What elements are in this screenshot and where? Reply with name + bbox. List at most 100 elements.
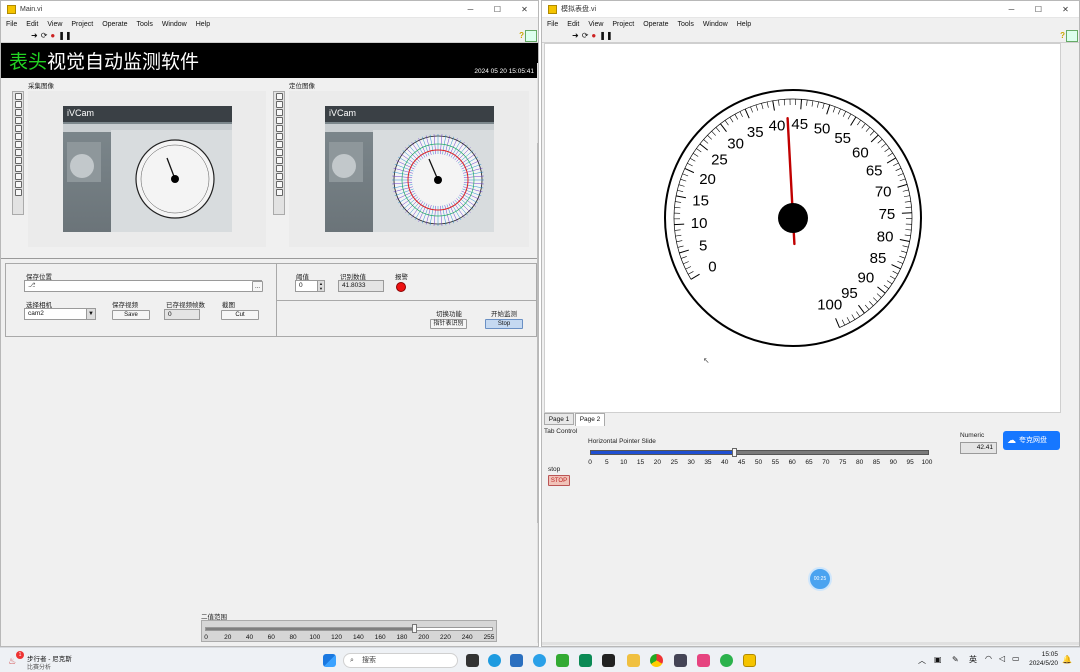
locate-tools-palette[interactable] — [273, 91, 285, 215]
tray-chevron-icon[interactable]: ︿ — [918, 655, 926, 666]
app-slate-icon[interactable] — [674, 654, 687, 667]
minimize-button[interactable]: ─ — [998, 5, 1025, 14]
labview-icon — [548, 4, 557, 14]
maximize-button[interactable]: ☐ — [1025, 5, 1052, 14]
slide-tick-label: 80 — [289, 634, 297, 641]
taskbar-search[interactable]: ⌕ 搜索 — [343, 653, 458, 668]
app-green-icon[interactable] — [556, 654, 569, 667]
browser-icon[interactable] — [533, 654, 546, 667]
stop-button[interactable]: Stop — [485, 319, 523, 329]
ime-indicator[interactable]: 英 — [969, 654, 977, 665]
menu-tools[interactable]: Tools — [136, 21, 152, 28]
run-continuous-icon[interactable]: ⟳ — [582, 31, 589, 41]
abort-icon[interactable]: ● — [50, 31, 55, 41]
path-icon: ⎇ — [28, 282, 36, 289]
slide-tick-label: 60 — [788, 459, 796, 466]
task-view-icon[interactable] — [466, 654, 479, 667]
close-button[interactable]: ✕ — [1052, 5, 1079, 14]
run-arrow-icon[interactable]: ➜ — [31, 31, 38, 41]
menu-project[interactable]: Project — [71, 21, 93, 28]
app-banner: 表头 视觉自动监测软件 2024 05 20 15:05:41 — [1, 43, 538, 78]
labview-taskbar-icon[interactable] — [743, 654, 756, 667]
run-continuous-icon[interactable]: ⟳ — [41, 31, 48, 41]
title-bar: 模拟表盘.vi ─ ☐ ✕ — [542, 1, 1079, 18]
volume-icon[interactable]: ◁ — [999, 654, 1005, 663]
slide-tick-label: 0 — [204, 634, 208, 641]
tab-page-1[interactable]: Page 1 — [544, 413, 574, 425]
maximize-button[interactable]: ☐ — [484, 5, 511, 14]
binary-slider-thumb[interactable] — [412, 624, 418, 633]
cut-button[interactable]: Cut — [221, 310, 259, 320]
saved-frames-indicator: 0 — [164, 309, 200, 320]
search-icon: ⌕ — [350, 657, 354, 664]
cloud-drive-button[interactable]: ☁ 夸克网盘 — [1003, 431, 1060, 450]
binary-range-slider[interactable]: 0 20 40 60 80 100 120 140 160 180 200 220 240 255 — [201, 620, 497, 642]
spinner-icon[interactable]: ▲ ▼ — [317, 281, 324, 291]
threshold-input[interactable]: 0 ▲ ▼ — [295, 280, 325, 292]
pause-icon[interactable]: ❚❚ — [58, 31, 71, 41]
app-dark-icon[interactable] — [602, 654, 615, 667]
menu-window[interactable]: Window — [703, 21, 728, 28]
menu-bar: File Edit View Project Operate Tools Win… — [542, 18, 1079, 30]
gauge-panel: 0 5 10 15 20 25 30 35 40 45 50 55 60 65 70 75 80 85 90 95 10… — [544, 43, 1061, 413]
vertical-scrollbar[interactable] — [537, 63, 538, 643]
menu-operate[interactable]: Operate — [102, 21, 127, 28]
tray-app-icon[interactable]: ▣ — [934, 655, 942, 664]
store-icon[interactable] — [510, 654, 523, 667]
minimize-button[interactable]: ─ — [457, 5, 484, 14]
switch-function-button[interactable]: 指针表识别 — [430, 319, 467, 329]
help-icon[interactable]: ? — [519, 31, 524, 40]
floating-timer-badge[interactable]: 00:25 — [808, 567, 832, 591]
menu-window[interactable]: Window — [162, 21, 187, 28]
abort-icon[interactable]: ● — [591, 31, 596, 41]
gauge-label: 70 — [875, 183, 892, 200]
meter-gauge[interactable]: 05 10 15 20 253035 40 45 505560 65 70 75 80 85 909510… — [545, 44, 1062, 414]
menu-file[interactable]: File — [6, 21, 17, 28]
banner-datetime: 2024 05 20 15:05:41 — [474, 68, 534, 75]
tray-pen-icon[interactable]: ✎ — [952, 655, 959, 664]
horizontal-scrollbar[interactable] — [542, 642, 1079, 645]
slide-tick-label: 90 — [889, 459, 897, 466]
save-path-input[interactable]: ⎇ — [24, 280, 262, 292]
battery-icon[interactable]: ▭ — [1012, 654, 1020, 663]
close-button[interactable]: ✕ — [511, 5, 538, 14]
menu-operate[interactable]: Operate — [643, 21, 668, 28]
save-button[interactable]: Save — [112, 310, 150, 320]
menu-edit[interactable]: Edit — [567, 21, 579, 28]
notification-bell-icon[interactable]: 🔔 — [1062, 655, 1072, 664]
menu-help[interactable]: Help — [737, 21, 751, 28]
wechat-icon[interactable] — [720, 654, 733, 667]
capture-image-display[interactable]: iVCam — [28, 91, 266, 247]
run-arrow-icon[interactable]: ➜ — [572, 31, 579, 41]
stop-button[interactable]: STOP — [548, 475, 570, 486]
clock-date[interactable]: 2024/5/20 — [1022, 660, 1058, 667]
windows-start-icon[interactable] — [323, 654, 336, 667]
horizontal-pointer-slide[interactable]: 0 5 10 15 20 25 30 35 40 45 50 55 60 65 70 75 80 85 90 95 10… — [588, 447, 933, 469]
menu-view[interactable]: View — [588, 21, 603, 28]
pause-icon[interactable]: ❚❚ — [599, 31, 612, 41]
app-teal-icon[interactable] — [579, 654, 592, 667]
chrome-icon[interactable] — [650, 654, 663, 667]
browse-button[interactable]: ... — [252, 281, 263, 292]
clock-time[interactable]: 15:05 — [1026, 651, 1058, 658]
news-widget[interactable]: 1 ♨ 步行者 - 尼克斯 比赛分析 — [7, 651, 107, 671]
file-explorer-icon[interactable] — [627, 654, 640, 667]
menu-tools[interactable]: Tools — [677, 21, 693, 28]
menu-edit[interactable]: Edit — [26, 21, 38, 28]
tab-page-2[interactable]: Page 2 — [575, 413, 605, 426]
edge-icon[interactable] — [488, 654, 501, 667]
camera-select[interactable]: cam2 ▼ — [24, 308, 96, 320]
locate-image-display[interactable]: iVCam — [289, 91, 529, 247]
menu-project[interactable]: Project — [612, 21, 634, 28]
menu-file[interactable]: File — [547, 21, 558, 28]
slide-tick-label: 160 — [374, 634, 386, 641]
wifi-icon[interactable]: ◠ — [985, 654, 992, 663]
slide-tick-label: 220 — [440, 634, 451, 641]
menu-help[interactable]: Help — [196, 21, 210, 28]
help-icon[interactable]: ? — [1060, 31, 1065, 40]
menu-view[interactable]: View — [47, 21, 62, 28]
capture-tools-palette[interactable] — [12, 91, 24, 215]
dropdown-arrow-icon[interactable]: ▼ — [86, 309, 95, 319]
app-pink-icon[interactable] — [697, 654, 710, 667]
slide-thumb[interactable] — [731, 448, 737, 457]
